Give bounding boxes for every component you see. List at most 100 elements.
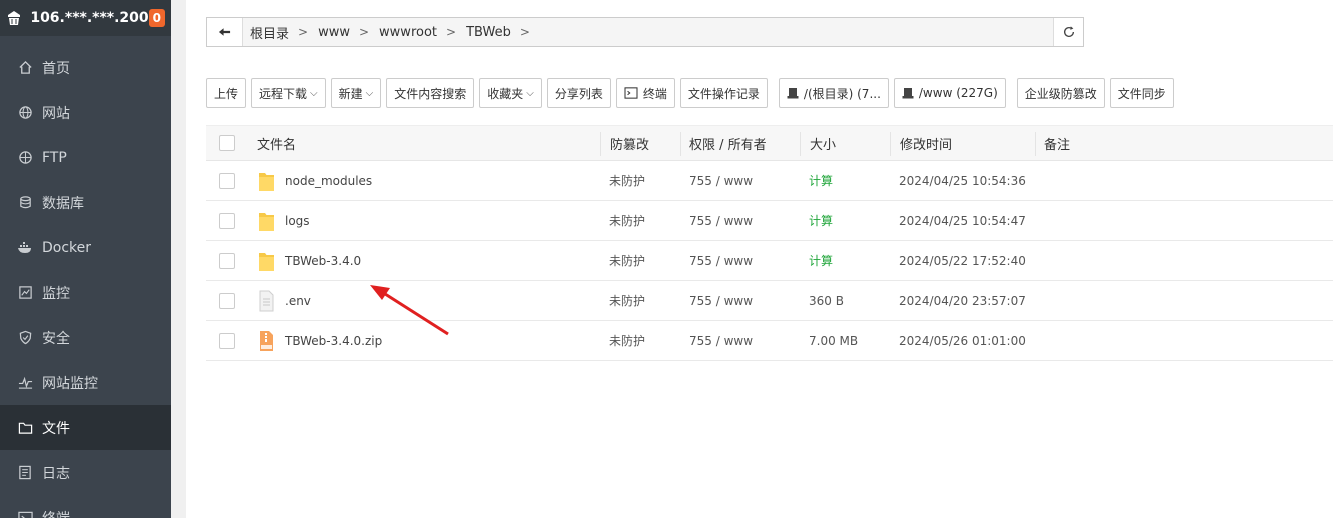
check-cell: [219, 161, 235, 200]
sidebar-item-monitor[interactable]: 监控: [0, 270, 171, 315]
permission[interactable]: 755 / www: [689, 241, 753, 280]
chevron-right-icon: >: [519, 25, 530, 39]
remote-download-button[interactable]: 远程下载 ⌵: [251, 78, 326, 108]
column-divider: [600, 132, 601, 156]
col-header-size[interactable]: 大小: [810, 126, 836, 160]
row-checkbox[interactable]: [219, 292, 235, 309]
select-all-checkbox[interactable]: [219, 135, 235, 151]
content-search-button[interactable]: 文件内容搜索: [386, 78, 475, 108]
notification-badge[interactable]: 0: [148, 9, 165, 27]
zip-file-icon: [260, 330, 273, 351]
globe-icon: [17, 105, 33, 121]
table-row[interactable]: logs 未防护 755 / www 计算 2024/04/25 10:54:4…: [206, 201, 1333, 241]
permission[interactable]: 755 / www: [689, 321, 753, 360]
table-header: 文件名 防篡改 权限 / 所有者 大小 修改时间 备注: [206, 125, 1333, 161]
upload-button[interactable]: 上传: [206, 78, 247, 108]
mtime: 2024/04/25 10:54:47: [899, 213, 1026, 228]
breadcrumb-label[interactable]: 根目录: [250, 23, 289, 42]
protect-status[interactable]: 未防护: [609, 161, 645, 200]
col-header-perm[interactable]: 权限 / 所有者: [689, 126, 767, 160]
sidebar-item-label: 终端: [42, 508, 70, 518]
sidebar-item-docker[interactable]: Docker: [0, 225, 171, 270]
sidebar-item-terminal[interactable]: 终端: [0, 495, 171, 518]
folder-icon: [259, 172, 274, 191]
col-header-mtime[interactable]: 修改时间: [900, 126, 952, 160]
file-name[interactable]: TBWeb-3.4.0.zip: [285, 334, 382, 348]
sidebar-item-website[interactable]: 网站: [0, 90, 171, 135]
row-checkbox[interactable]: [219, 332, 235, 349]
file-name[interactable]: logs: [285, 214, 310, 228]
size-calc-link[interactable]: 计算: [809, 241, 833, 280]
new-button[interactable]: 新建 ⌵: [330, 78, 382, 108]
sidebar-item-logs[interactable]: 日志: [0, 450, 171, 495]
sidebar-item-label: 监控: [42, 285, 70, 302]
sidebar-item-ftp[interactable]: FTP: [0, 135, 171, 180]
breadcrumb-label[interactable]: www: [318, 25, 350, 40]
chevron-right-icon: >: [446, 25, 457, 39]
column-divider: [680, 132, 681, 156]
breadcrumb-item[interactable]: www >: [318, 25, 369, 40]
protect-status[interactable]: 未防护: [609, 281, 645, 320]
favorites-button[interactable]: 收藏夹 ⌵: [479, 78, 542, 108]
tamper-proof-button[interactable]: 企业级防篡改: [1016, 78, 1105, 108]
breadcrumb-item[interactable]: 根目录 >: [250, 23, 308, 42]
button-label: 新建: [338, 86, 363, 101]
home-icon: [17, 60, 33, 76]
col-header-name[interactable]: 文件名: [257, 126, 296, 160]
permission[interactable]: 755 / www: [689, 281, 753, 320]
table-row[interactable]: .env 未防护 755 / www 360 B 2024/04/20 23:5…: [206, 281, 1333, 321]
terminal-button[interactable]: 终端: [615, 78, 675, 108]
table-row[interactable]: node_modules 未防护 755 / www 计算 2024/04/25…: [206, 161, 1333, 201]
operation-log-button[interactable]: 文件操作记录: [679, 78, 768, 108]
breadcrumb-label[interactable]: TBWeb: [466, 25, 511, 40]
button-label: 远程下载: [259, 86, 308, 101]
sidebar-item-site-monitor[interactable]: 网站监控: [0, 360, 171, 405]
file-name[interactable]: .env: [285, 294, 311, 308]
sidebar-item-files[interactable]: 文件: [0, 405, 171, 450]
mtime: 2024/05/26 01:01:00: [899, 333, 1026, 348]
protect-status[interactable]: 未防护: [609, 321, 645, 360]
row-checkbox[interactable]: [219, 172, 235, 189]
file-name[interactable]: TBWeb-3.4.0: [285, 254, 361, 268]
mtime: 2024/05/22 17:52:40: [899, 253, 1026, 268]
table-row[interactable]: TBWeb-3.4.0 未防护 755 / www 计算 2024/05/22 …: [206, 241, 1333, 281]
column-divider: [890, 132, 891, 156]
disk-root-button[interactable]: /(根目录) (7...: [778, 78, 889, 108]
sidebar-item-security[interactable]: 安全: [0, 315, 171, 360]
share-list-button[interactable]: 分享列表: [546, 78, 611, 108]
button-label: /www (227G): [918, 86, 998, 100]
sidebar-item-home[interactable]: 首页: [0, 45, 171, 90]
permission[interactable]: 755 / www: [689, 201, 753, 240]
sidebar-item-label: 日志: [42, 465, 70, 482]
disk-www-button[interactable]: /www (227G): [893, 78, 1006, 108]
size-calc-link[interactable]: 计算: [809, 201, 833, 240]
file-name[interactable]: node_modules: [285, 174, 372, 188]
chevron-down-icon: ⌵: [526, 87, 534, 99]
size-calc-link[interactable]: 计算: [809, 161, 833, 200]
row-checkbox[interactable]: [219, 252, 235, 269]
table-row[interactable]: TBWeb-3.4.0.zip 未防护 755 / www 7.00 MB 20…: [206, 321, 1333, 361]
permission[interactable]: 755 / www: [689, 161, 753, 200]
chevron-down-icon: ⌵: [310, 87, 318, 99]
button-label: 上传: [214, 86, 239, 101]
folder-icon: [17, 420, 33, 436]
button-label: 文件操作记录: [687, 86, 760, 101]
sidebar-item-database[interactable]: 数据库: [0, 180, 171, 225]
database-icon: [17, 195, 33, 211]
col-header-protect[interactable]: 防篡改: [610, 126, 649, 160]
protect-status[interactable]: 未防护: [609, 201, 645, 240]
protect-status[interactable]: 未防护: [609, 241, 645, 280]
server-ip: 106.***.***.200: [30, 10, 149, 26]
row-checkbox[interactable]: [219, 212, 235, 229]
breadcrumb-item[interactable]: wwwroot >: [379, 25, 456, 40]
file-sync-button[interactable]: 文件同步: [1109, 78, 1174, 108]
refresh-button[interactable]: [1053, 18, 1083, 46]
file-table: 文件名 防篡改 权限 / 所有者 大小 修改时间 备注 node_modules…: [206, 125, 1333, 361]
breadcrumb-item[interactable]: TBWeb >: [466, 25, 530, 40]
col-header-note[interactable]: 备注: [1044, 126, 1070, 160]
header-check-cell: [219, 126, 235, 160]
back-button[interactable]: [207, 18, 243, 46]
breadcrumb-label[interactable]: wwwroot: [379, 25, 437, 40]
name-cell: node_modules: [258, 161, 372, 200]
sidebar-brand: 106.***.***.200 0: [0, 0, 171, 36]
